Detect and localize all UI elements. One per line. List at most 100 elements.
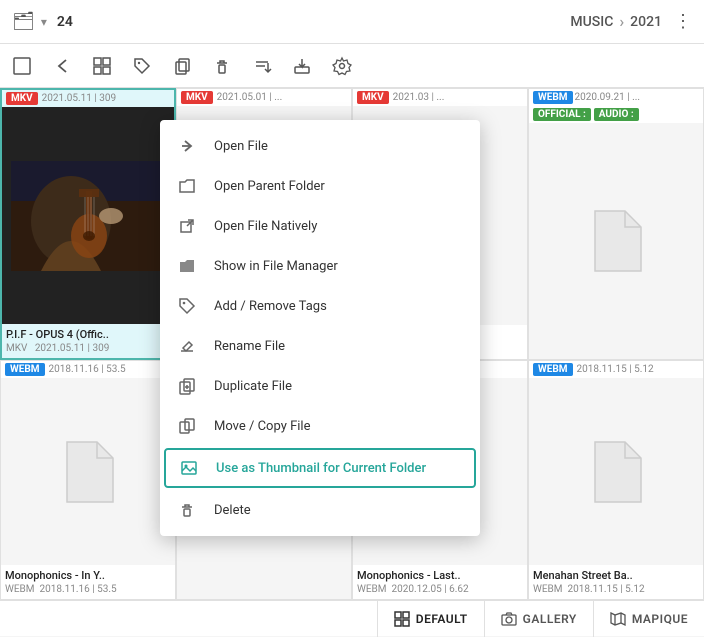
file-badge-webm-8: WEBM — [533, 363, 573, 376]
bottom-btn-mapique-label: MAPIQUE — [632, 612, 688, 626]
breadcrumb-current: 2021 — [630, 14, 662, 30]
file-header-meta-3: 2021.03 | ... — [393, 92, 445, 103]
delete-ctx-icon — [176, 499, 198, 521]
file-meta-1: MKV 2021.05.11 | 309 — [2, 343, 174, 358]
file-card-5[interactable]: WEBM 2018.11.16 | 53.5 Monophonics - In … — [0, 360, 176, 600]
file-header-meta: 2021.05.11 | 309 — [42, 93, 117, 104]
ctx-open-file-label: Open File — [214, 139, 268, 154]
file-card-5-header: WEBM 2018.11.16 | 53.5 — [1, 361, 175, 378]
file-badge-webm-4: WEBM — [533, 91, 573, 104]
file-header-meta-5: 2018.11.16 | 53.5 — [49, 364, 126, 375]
ctx-show-manager-label: Show in File Manager — [214, 259, 338, 274]
folder-outline-icon — [176, 175, 198, 197]
more-options-icon[interactable]: ⋮ — [674, 11, 692, 32]
duplicate-icon — [176, 375, 198, 397]
ctx-thumbnail-label: Use as Thumbnail for Current Folder — [216, 461, 426, 476]
bottom-btn-default-label: DEFAULT — [416, 612, 468, 626]
bottom-bar: DEFAULT GALLERY MAPIQUE — [0, 600, 704, 636]
ctx-open-natively[interactable]: Open File Natively — [160, 206, 480, 246]
file-title-5: Monophonics - In Y.. — [1, 565, 175, 584]
bottom-btn-mapique[interactable]: MAPIQUE — [593, 601, 704, 637]
file-badge-mkv-2: MKV — [181, 91, 213, 104]
file-meta-7: WEBM 2020.12.05 | 6.62 — [353, 584, 527, 599]
ctx-show-manager[interactable]: Show in File Manager — [160, 246, 480, 286]
file-header-meta-4: 2020.09.21 | ... — [575, 92, 641, 103]
arrow-right-icon — [176, 135, 198, 157]
move-copy-icon — [176, 415, 198, 437]
ctx-add-tags[interactable]: Add / Remove Tags — [160, 286, 480, 326]
file-meta-5: WEBM 2018.11.16 | 53.5 — [1, 584, 175, 599]
back-icon[interactable] — [50, 54, 74, 78]
camera-icon — [501, 611, 517, 627]
file-header-meta-2: 2021.05.01 | ... — [217, 92, 283, 103]
file-icon-4 — [589, 209, 643, 273]
file-thumb-1 — [2, 107, 174, 324]
delete-icon[interactable] — [210, 54, 234, 78]
file-header-meta-8: 2018.11.15 | 5.12 — [577, 364, 654, 375]
file-count: 24 — [57, 14, 73, 30]
file-card-1[interactable]: MKV 2021.05.11 | 309 — [0, 88, 176, 360]
file-card-4-header: WEBM 2020.09.21 | ... — [529, 89, 703, 106]
breadcrumb-parent[interactable]: MUSIC — [570, 14, 613, 30]
dropdown-icon[interactable]: ▾ — [41, 15, 47, 29]
file-badge-mkv-3: MKV — [357, 91, 389, 104]
file-thumb-4 — [529, 123, 703, 359]
copy-icon[interactable] — [170, 54, 194, 78]
file-thumb-5 — [1, 378, 175, 565]
ctx-rename[interactable]: Rename File — [160, 326, 480, 366]
file-badge-webm-5: WEBM — [5, 363, 45, 376]
ctx-thumbnail[interactable]: Use as Thumbnail for Current Folder — [164, 448, 476, 488]
file-icon-5 — [61, 440, 115, 504]
file-badge-mkv: MKV — [6, 92, 38, 105]
file-meta-8: WEBM 2018.11.15 | 5.12 — [529, 584, 703, 599]
ctx-duplicate[interactable]: Duplicate File — [160, 366, 480, 406]
ctx-open-parent-label: Open Parent Folder — [214, 179, 325, 194]
folder-filled-icon — [176, 255, 198, 277]
tag-icon[interactable] — [130, 54, 154, 78]
file-card-8[interactable]: WEBM 2018.11.15 | 5.12 Menahan Street Ba… — [528, 360, 704, 600]
tag-ctx-icon — [176, 295, 198, 317]
file-card-8-header: WEBM 2018.11.15 | 5.12 — [529, 361, 703, 378]
rename-icon — [176, 335, 198, 357]
top-bar-left: 🗂 ▾ 24 — [12, 11, 73, 32]
export-icon[interactable] — [290, 54, 314, 78]
ctx-open-natively-label: Open File Natively — [214, 219, 317, 234]
ctx-move-copy[interactable]: Move / Copy File — [160, 406, 480, 446]
briefcase-icon: 🗂 — [12, 11, 35, 32]
ctx-delete-label: Delete — [214, 503, 251, 518]
select-all-icon[interactable] — [10, 54, 34, 78]
context-menu: Open File Open Parent Folder Open File N… — [160, 120, 480, 536]
file-icon-8 — [589, 440, 643, 504]
toolbar — [0, 44, 704, 88]
file-card-2-header: MKV 2021.05.01 | ... — [177, 89, 351, 106]
badge-official: OFFICIAL : — [533, 108, 591, 121]
settings-icon[interactable] — [330, 54, 354, 78]
bottom-btn-gallery[interactable]: GALLERY — [484, 601, 593, 637]
ctx-delete[interactable]: Delete — [160, 490, 480, 530]
file-title-8: Menahan Street Ba.. — [529, 565, 703, 584]
image-icon — [178, 457, 200, 479]
ctx-duplicate-label: Duplicate File — [214, 379, 292, 394]
file-title-1: P.I.F - OPUS 4 (Offic.. — [2, 324, 174, 343]
ctx-open-parent[interactable]: Open Parent Folder — [160, 166, 480, 206]
ctx-rename-label: Rename File — [214, 339, 285, 354]
file-thumb-8 — [529, 378, 703, 565]
ctx-open-file[interactable]: Open File — [160, 126, 480, 166]
bottom-btn-default[interactable]: DEFAULT — [377, 601, 484, 637]
ctx-move-copy-label: Move / Copy File — [214, 419, 310, 434]
file-card-1-header: MKV 2021.05.11 | 309 — [2, 90, 174, 107]
grid-view-icon[interactable] — [90, 54, 114, 78]
open-external-icon — [176, 215, 198, 237]
badge-audio: AUDIO : — [594, 108, 639, 121]
sort-icon[interactable] — [250, 54, 274, 78]
file-card-4-extra-badges: OFFICIAL : AUDIO : — [529, 106, 703, 123]
top-bar: 🗂 ▾ 24 MUSIC › 2021 ⋮ — [0, 0, 704, 44]
grid-bottom-icon — [394, 611, 410, 627]
file-card-4[interactable]: WEBM 2020.09.21 | ... OFFICIAL : AUDIO : — [528, 88, 704, 360]
bottom-btn-gallery-label: GALLERY — [523, 612, 577, 626]
map-icon — [610, 611, 626, 627]
breadcrumb-separator: › — [619, 12, 624, 31]
breadcrumb: MUSIC › 2021 ⋮ — [570, 11, 692, 32]
file-card-3-header: MKV 2021.03 | ... — [353, 89, 527, 106]
ctx-add-tags-label: Add / Remove Tags — [214, 299, 327, 314]
